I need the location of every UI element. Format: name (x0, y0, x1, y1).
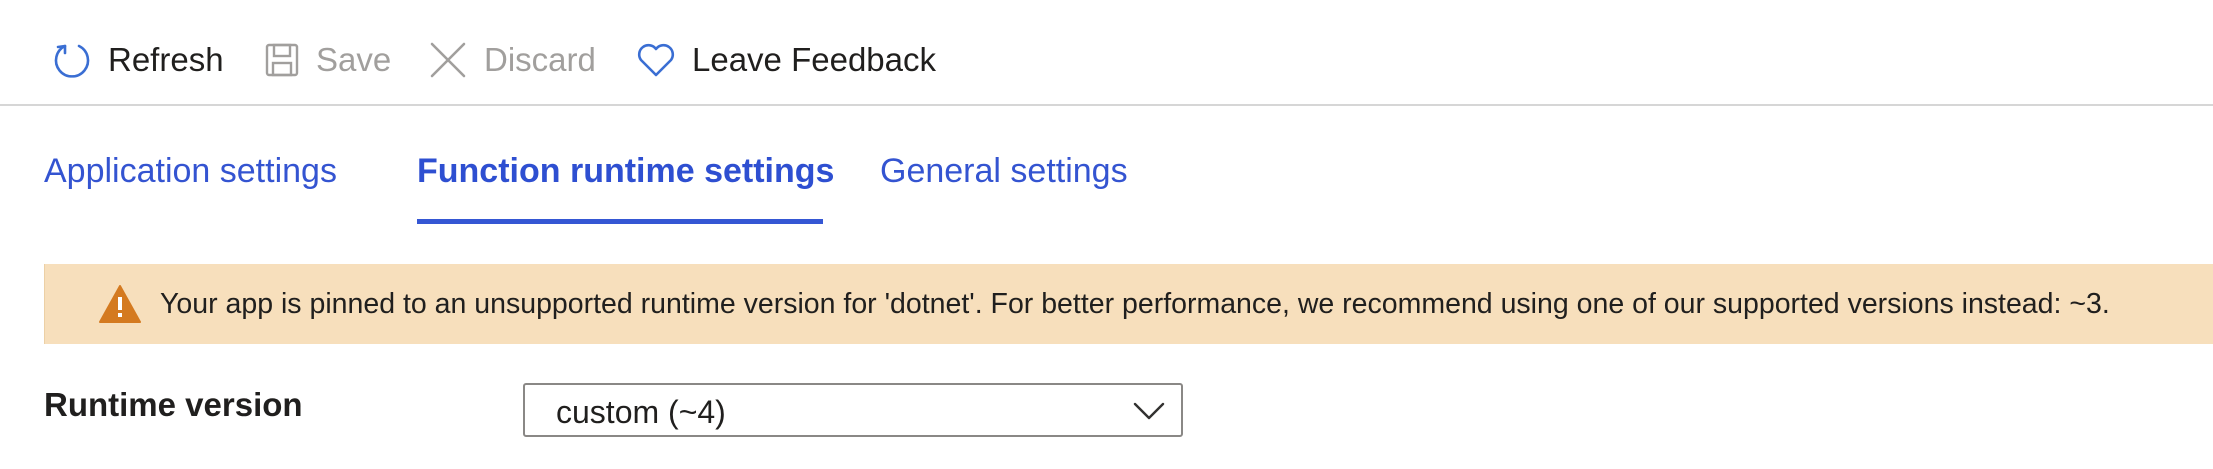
leave-feedback-button[interactable]: Leave Feedback (636, 34, 936, 86)
refresh-button[interactable]: Refresh (52, 34, 224, 86)
runtime-version-label: Runtime version (44, 386, 303, 423)
chevron-down-icon (1133, 401, 1165, 421)
runtime-version-dropdown[interactable]: custom (~4) (523, 383, 1183, 437)
save-label: Save (316, 41, 392, 78)
warning-banner: Your app is pinned to an unsupported run… (44, 264, 2213, 344)
refresh-label: Refresh (108, 41, 224, 78)
heart-icon (636, 42, 676, 78)
command-bar: Refresh Save Discard Leave Feedback (0, 0, 2213, 106)
discard-label: Discard (484, 41, 596, 78)
tab-general-settings[interactable]: General settings (880, 152, 1128, 191)
runtime-version-value: custom (~4) (556, 394, 726, 430)
settings-tabs: Application settings Function runtime se… (0, 140, 2213, 230)
warning-icon (98, 284, 142, 324)
close-icon (428, 40, 468, 80)
save-icon (264, 42, 300, 78)
discard-button[interactable]: Discard (428, 34, 596, 86)
tab-application-settings[interactable]: Application settings (44, 152, 337, 191)
refresh-icon (52, 40, 92, 80)
warning-message: Your app is pinned to an unsupported run… (160, 287, 2110, 320)
active-tab-indicator (417, 219, 823, 224)
tab-function-runtime-settings[interactable]: Function runtime settings (417, 152, 834, 191)
save-button[interactable]: Save (264, 34, 391, 86)
leave-feedback-label: Leave Feedback (692, 41, 937, 78)
